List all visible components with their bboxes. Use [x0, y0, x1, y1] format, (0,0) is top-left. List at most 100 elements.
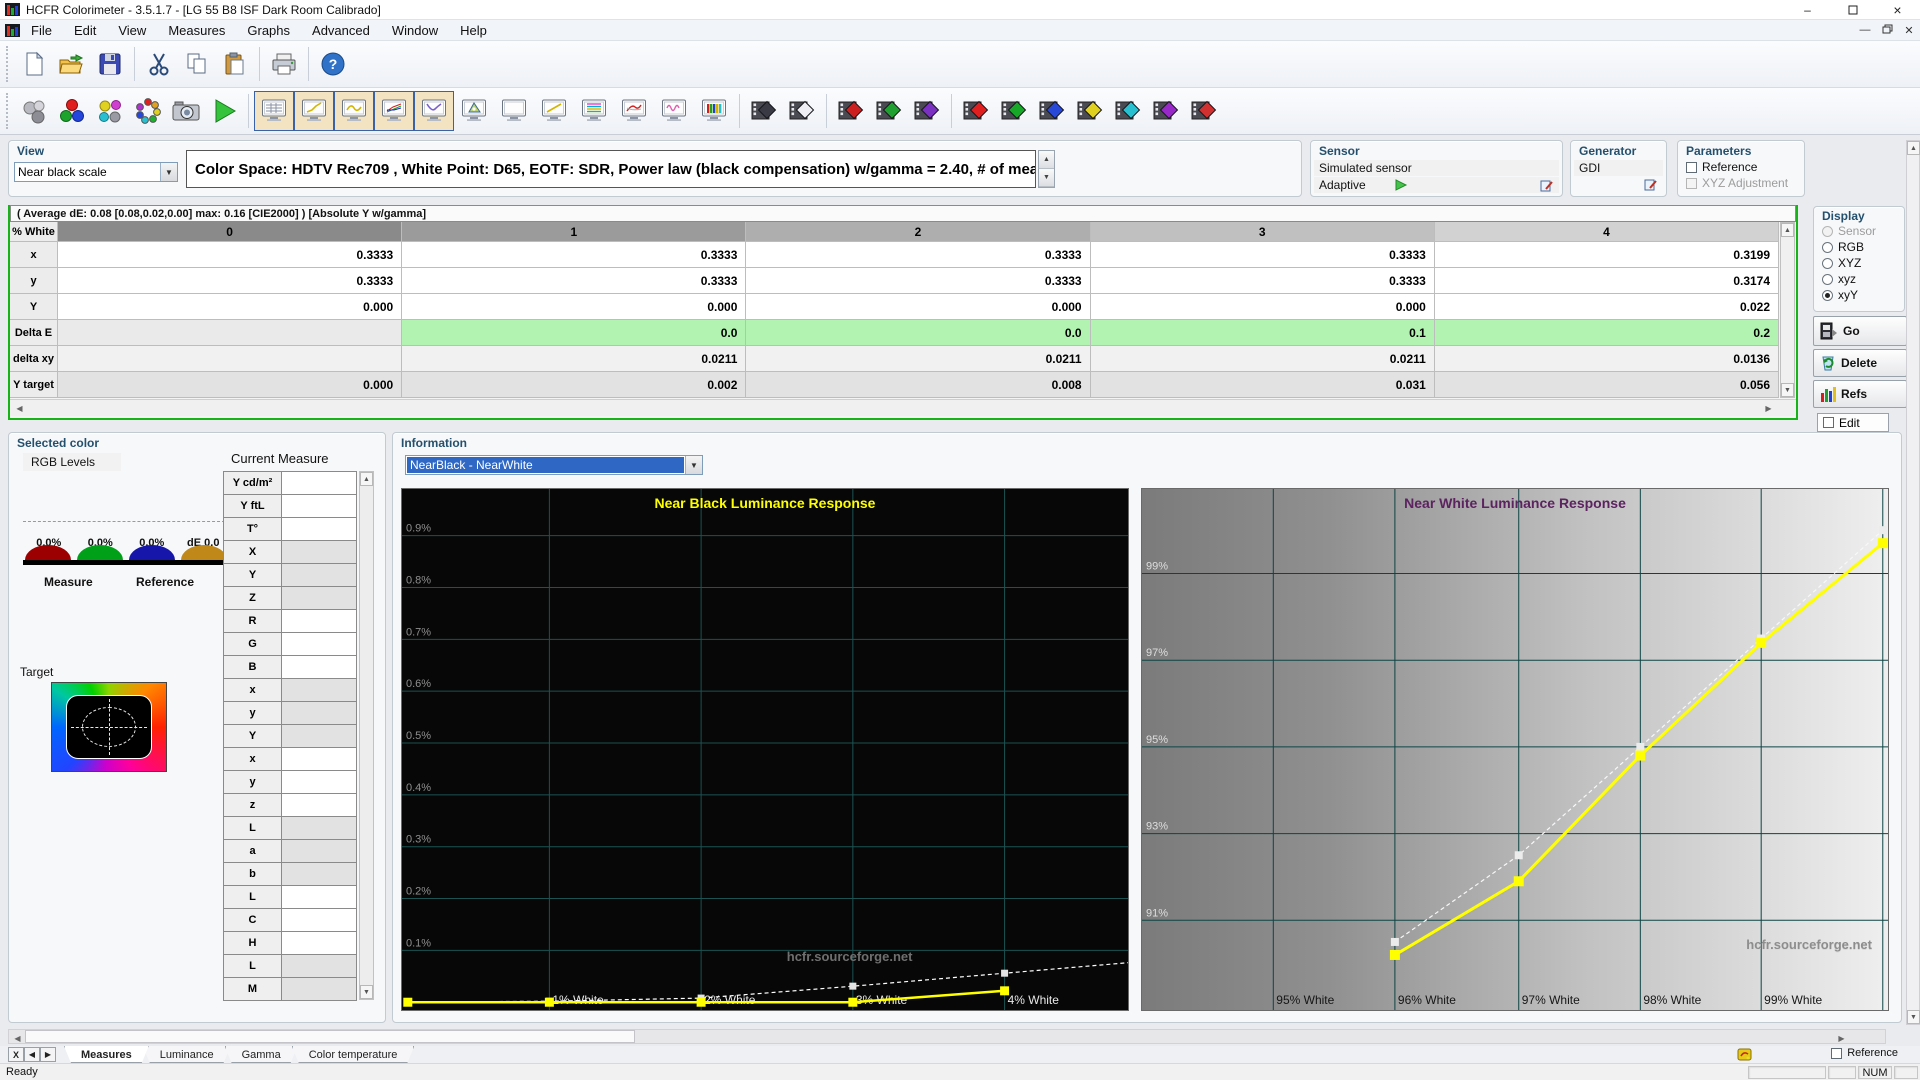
value-cell[interactable]: 0.0211 — [746, 346, 1090, 372]
film-yellow-icon[interactable] — [1071, 92, 1109, 130]
value-cell[interactable] — [58, 346, 402, 372]
tab-close-button[interactable]: X — [8, 1047, 24, 1062]
display-option-xyz[interactable]: xyz — [1814, 271, 1904, 287]
column-header[interactable]: 1 — [402, 222, 746, 242]
sensor-run-icon[interactable] — [1394, 179, 1408, 191]
scroll-left-icon[interactable]: ◀ — [12, 401, 27, 415]
value-cell[interactable]: 0.000 — [58, 372, 402, 398]
mdi-system-icon[interactable] — [5, 24, 20, 37]
column-header[interactable]: 2 — [746, 222, 1090, 242]
menu-measures[interactable]: Measures — [157, 21, 236, 40]
scroll-up-icon[interactable]: ▲ — [1907, 141, 1920, 155]
value-cell[interactable]: 0.3333 — [58, 268, 402, 294]
rgb-curves-icon[interactable] — [374, 91, 414, 131]
red-curve-icon[interactable] — [614, 91, 654, 131]
column-header[interactable]: 4 — [1435, 222, 1779, 242]
value-cell[interactable]: 0.008 — [746, 372, 1090, 398]
value-cell[interactable]: 0.2 — [1435, 320, 1779, 346]
noise-wave-icon[interactable] — [654, 91, 694, 131]
film-black-icon[interactable] — [745, 92, 783, 130]
scroll-left-icon[interactable]: ◀ — [10, 1031, 25, 1045]
palette-icon[interactable] — [1737, 1047, 1753, 1062]
nearblack-curve-icon[interactable] — [414, 91, 454, 131]
sensor-calibration-icon[interactable] — [15, 92, 53, 130]
display-option-xyz[interactable]: XYZ — [1814, 255, 1904, 271]
value-cell[interactable]: 0.031 — [1091, 372, 1435, 398]
scroll-down-icon[interactable]: ▼ — [1907, 1010, 1920, 1024]
tab-next-button[interactable]: ▶ — [40, 1047, 56, 1062]
toolbar-grip[interactable] — [6, 93, 11, 129]
blank-view-icon[interactable] — [494, 91, 534, 131]
display-option-xyy[interactable]: xyY — [1814, 287, 1904, 303]
spectrum-lines-icon[interactable] — [574, 91, 614, 131]
value-cell[interactable]: 0.000 — [1091, 294, 1435, 320]
scrollbar-thumb[interactable] — [25, 1030, 635, 1043]
measure-line-icon[interactable] — [534, 91, 574, 131]
menu-advanced[interactable]: Advanced — [301, 21, 381, 40]
column-header[interactable]: 3 — [1091, 222, 1435, 242]
film-blue-icon[interactable] — [1033, 92, 1071, 130]
tab-luminance[interactable]: Luminance — [143, 1046, 231, 1063]
value-cell[interactable]: 0.3333 — [402, 268, 746, 294]
scroll-right-icon[interactable]: ▶ — [1761, 401, 1776, 415]
value-cell[interactable]: 0.000 — [58, 294, 402, 320]
generator-settings-icon[interactable] — [1644, 178, 1658, 191]
scroll-down-icon[interactable]: ▼ — [360, 985, 373, 999]
grid-vertical-scrollbar[interactable]: ▲ ▼ — [1780, 222, 1795, 398]
film-redgreen-icon[interactable] — [832, 92, 870, 130]
run-measure-icon[interactable] — [205, 92, 243, 130]
color-bars-icon[interactable] — [694, 91, 734, 131]
grid-horizontal-scrollbar[interactable]: ◀ ▶ — [10, 399, 1796, 416]
value-cell[interactable]: 0.022 — [1435, 294, 1779, 320]
info-spinner[interactable]: ▲▼ — [1038, 150, 1055, 188]
menu-window[interactable]: Window — [381, 21, 449, 40]
value-cell[interactable]: 0.3333 — [58, 242, 402, 268]
edit-checkbox[interactable]: Edit — [1817, 413, 1889, 432]
chevron-down-icon[interactable]: ▼ — [685, 456, 702, 474]
value-cell[interactable]: 0.3333 — [1091, 242, 1435, 268]
value-cell[interactable]: 0.000 — [746, 294, 1090, 320]
scroll-up-icon[interactable]: ▲ — [360, 472, 373, 486]
menu-graphs[interactable]: Graphs — [236, 21, 301, 40]
open-file-icon[interactable] — [53, 45, 91, 83]
refs-button[interactable]: Refs — [1813, 380, 1907, 408]
reference-tab-checkbox[interactable]: Reference — [1823, 1046, 1906, 1060]
value-cell[interactable]: 0.0 — [402, 320, 746, 346]
film-cyan-icon[interactable] — [1109, 92, 1147, 130]
new-file-icon[interactable] — [15, 45, 53, 83]
print-icon[interactable] — [265, 45, 303, 83]
film-red-icon[interactable] — [957, 92, 995, 130]
bottom-horizontal-scrollbar[interactable]: ◀ ▶ — [8, 1029, 1886, 1044]
luminance-curve-icon[interactable] — [294, 91, 334, 131]
value-cell[interactable]: 0.056 — [1435, 372, 1779, 398]
film-purple-icon[interactable] — [1147, 92, 1185, 130]
value-cell[interactable]: 0.0 — [746, 320, 1090, 346]
xyz-adjustment-checkbox[interactable]: XYZ Adjustment — [1678, 175, 1804, 191]
value-cell[interactable]: 0.3199 — [1435, 242, 1779, 268]
grid-view-icon[interactable] — [254, 91, 294, 131]
value-cell[interactable]: 0.3333 — [402, 242, 746, 268]
film-green-icon[interactable] — [995, 92, 1033, 130]
display-option-sensor[interactable]: Sensor — [1814, 223, 1904, 239]
minimize-button[interactable]: – — [1785, 0, 1830, 20]
value-cell[interactable] — [58, 320, 402, 346]
chevron-down-icon[interactable]: ▼ — [160, 163, 177, 181]
value-cell[interactable]: 0.0211 — [1091, 346, 1435, 372]
graph-selector[interactable]: NearBlack - NearWhite ▼ — [405, 455, 703, 475]
delete-button[interactable]: Delete — [1813, 349, 1907, 377]
about-icon[interactable]: ? — [314, 45, 352, 83]
copy-icon[interactable] — [178, 45, 216, 83]
mdi-restore-icon[interactable] — [1876, 24, 1898, 37]
display-option-rgb[interactable]: RGB — [1814, 239, 1904, 255]
cut-icon[interactable] — [140, 45, 178, 83]
right-vertical-scrollbar[interactable]: ▲ ▼ — [1906, 140, 1920, 1025]
tab-measures[interactable]: Measures — [64, 1046, 149, 1063]
save-icon[interactable] — [91, 45, 129, 83]
menu-edit[interactable]: Edit — [63, 21, 107, 40]
value-cell[interactable]: 0.3174 — [1435, 268, 1779, 294]
menu-view[interactable]: View — [107, 21, 157, 40]
mdi-close-icon[interactable]: ✕ — [1898, 24, 1920, 37]
mdi-minimize-icon[interactable]: — — [1854, 24, 1876, 36]
film-rgb-icon[interactable] — [1185, 92, 1223, 130]
scale-select[interactable]: Near black scale ▼ — [14, 162, 178, 182]
